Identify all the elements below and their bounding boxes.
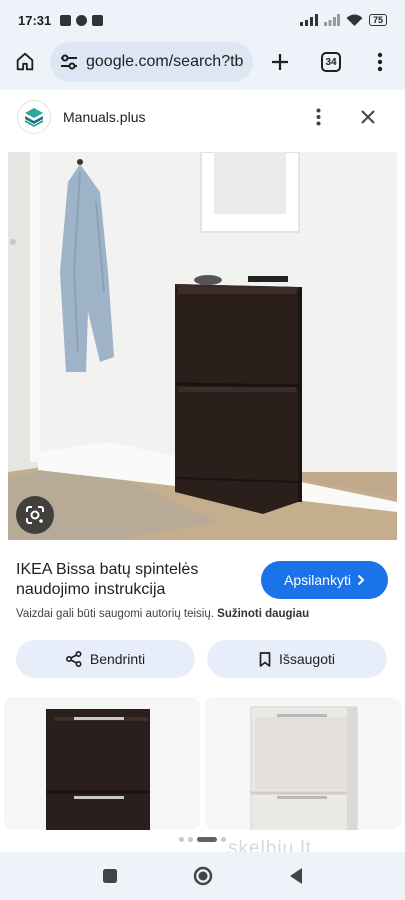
product-image[interactable] (8, 152, 397, 540)
copyright-notice: Vaizdai gali būti saugomi autorių teisių… (16, 608, 309, 620)
browser-toolbar: google.com/search?tb 34 (0, 40, 405, 90)
carousel-dot (179, 836, 184, 842)
google-lens-button[interactable] (16, 496, 54, 534)
home-icon (16, 52, 34, 71)
nav-circle-icon[interactable] (193, 866, 213, 886)
shoe-cabinet-photo (8, 152, 397, 540)
learn-more-link[interactable]: Sužinoti daugiau (217, 608, 309, 620)
plus-icon (272, 54, 288, 70)
carousel-dot (188, 836, 193, 842)
manuals-logo-icon (24, 108, 44, 127)
google-lens-icon (26, 506, 44, 524)
status-time: 17:31 (18, 12, 52, 28)
visit-label: Apsilankyti (284, 572, 351, 588)
system-nav-bar (0, 852, 405, 900)
share-button[interactable]: Bendrinti (16, 640, 195, 678)
source-more-button[interactable] (308, 105, 328, 129)
status-left: 17:31 (18, 12, 104, 28)
status-bar: 17:31 75 (0, 0, 405, 40)
new-tab-button[interactable] (260, 42, 300, 82)
close-button[interactable] (356, 105, 380, 129)
related-image-card[interactable] (205, 697, 401, 830)
carousel-dot (221, 836, 226, 842)
copyright-text: Vaizdai gali būti saugomi autorių teisių… (16, 608, 214, 620)
status-right: 75 (299, 14, 387, 27)
source-name[interactable]: Manuals.plus (63, 109, 146, 125)
more-vert-icon (377, 52, 383, 72)
dark-cabinet-thumbnail (4, 697, 200, 830)
visit-button[interactable]: Apsilankyti (261, 561, 388, 599)
share-label: Bendrinti (89, 651, 146, 667)
chevron-right-icon (357, 574, 365, 586)
home-button[interactable] (5, 42, 45, 82)
result-title-block: IKEA Bissa batų spintelės naudojimo inst… (16, 560, 256, 600)
carousel-indicator (0, 834, 405, 844)
notification-icon (76, 14, 88, 26)
white-cabinet-thumbnail (205, 697, 401, 830)
share-icon (65, 651, 82, 667)
screen: 17:31 75 google.com/search?tb 34 Manuals… (0, 0, 405, 900)
save-button[interactable]: Išsaugoti (207, 640, 387, 678)
nav-back-icon[interactable] (288, 867, 304, 885)
source-favicon (17, 100, 51, 134)
close-icon (361, 110, 375, 124)
url-text[interactable]: google.com/search?tb (86, 53, 243, 71)
save-label: Išsaugoti (278, 651, 336, 667)
tab-switcher-button[interactable]: 34 (311, 42, 351, 82)
related-image-card[interactable] (4, 697, 200, 830)
wifi-icon (346, 14, 363, 26)
menu-button[interactable] (360, 42, 400, 82)
battery-icon: 75 (368, 14, 387, 26)
tune-icon[interactable] (60, 54, 78, 70)
linkedin-icon (60, 14, 72, 26)
nav-square-icon[interactable] (102, 868, 118, 884)
signal-2-icon (323, 14, 340, 26)
result-title[interactable]: IKEA Bissa batų spintelės naudojimo inst… (16, 560, 256, 600)
source-bar: Manuals.plus (0, 92, 405, 142)
more-vert-icon (316, 108, 320, 126)
url-bar[interactable]: google.com/search?tb (50, 42, 253, 82)
tab-count: 34 (321, 52, 341, 72)
app-notification-icon (92, 14, 104, 26)
signal-icon (299, 14, 318, 26)
carousel-dot-active (197, 836, 217, 842)
bookmark-icon (259, 651, 271, 667)
